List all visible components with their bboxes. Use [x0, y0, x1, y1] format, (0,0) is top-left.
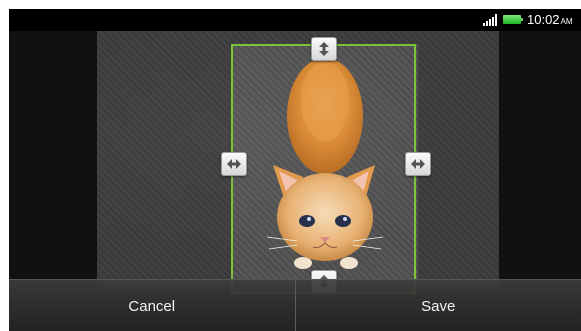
crop-handle-top[interactable] — [311, 37, 337, 61]
crop-handle-right[interactable] — [405, 152, 431, 176]
device-screen: 10:02AM Cancel Save — [9, 9, 581, 331]
status-clock: 10:02AM — [527, 12, 573, 27]
clock-time: 10:02 — [527, 12, 560, 27]
signal-icon — [483, 14, 497, 26]
status-bar: 10:02AM — [9, 9, 581, 31]
battery-icon — [503, 15, 523, 24]
save-button[interactable]: Save — [296, 280, 581, 331]
vertical-resize-icon — [319, 42, 329, 56]
cancel-button[interactable]: Cancel — [9, 280, 295, 331]
crop-frame[interactable] — [231, 44, 416, 294]
horizontal-resize-icon — [411, 159, 425, 169]
bottom-action-bar: Cancel Save — [9, 279, 581, 331]
crop-handle-left[interactable] — [221, 152, 247, 176]
horizontal-resize-icon — [227, 159, 241, 169]
clock-ampm: AM — [560, 17, 573, 26]
